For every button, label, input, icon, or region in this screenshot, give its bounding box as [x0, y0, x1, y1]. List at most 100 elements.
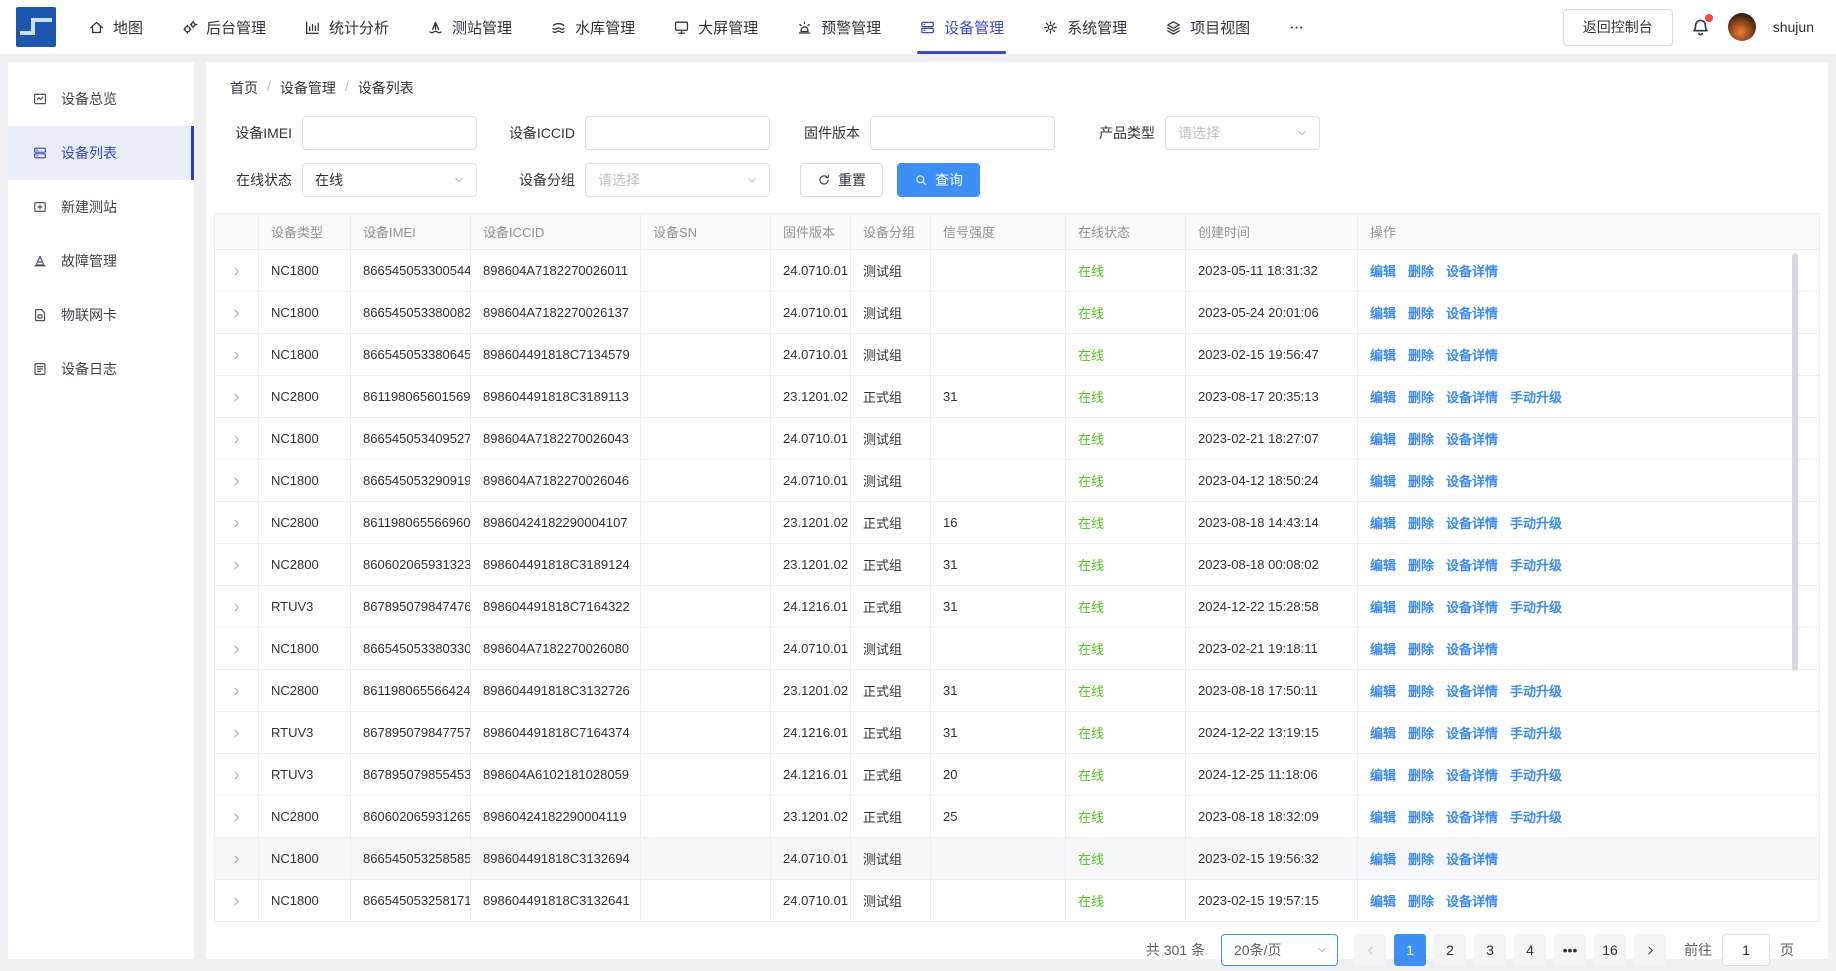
device-detail-link[interactable]: 设备详情: [1446, 306, 1498, 321]
edit-link[interactable]: 编辑: [1370, 894, 1396, 909]
username[interactable]: shujun: [1773, 19, 1814, 35]
firmware-input[interactable]: [870, 116, 1055, 150]
online-status-select[interactable]: 在线: [302, 163, 477, 197]
delete-link[interactable]: 删除: [1408, 390, 1434, 405]
notification-bell[interactable]: [1690, 17, 1711, 38]
expand-row-button[interactable]: [230, 307, 243, 320]
device-detail-link[interactable]: 设备详情: [1446, 894, 1498, 909]
expand-row-button[interactable]: [230, 433, 243, 446]
edit-link[interactable]: 编辑: [1370, 432, 1396, 447]
device-detail-link[interactable]: 设备详情: [1446, 768, 1498, 783]
nav-item-reservoir[interactable]: 水库管理: [548, 0, 637, 54]
expand-row-button[interactable]: [230, 685, 243, 698]
sidebar-item-list[interactable]: 设备列表: [8, 126, 194, 180]
delete-link[interactable]: 删除: [1408, 810, 1434, 825]
edit-link[interactable]: 编辑: [1370, 474, 1396, 489]
manual-upgrade-link[interactable]: 手动升级: [1510, 768, 1562, 783]
delete-link[interactable]: 删除: [1408, 852, 1434, 867]
device-detail-link[interactable]: 设备详情: [1446, 474, 1498, 489]
edit-link[interactable]: 编辑: [1370, 852, 1396, 867]
delete-link[interactable]: 删除: [1408, 348, 1434, 363]
device-detail-link[interactable]: 设备详情: [1446, 264, 1498, 279]
delete-link[interactable]: 删除: [1408, 474, 1434, 489]
breadcrumb-item[interactable]: 设备管理: [280, 78, 336, 98]
expand-row-button[interactable]: [230, 643, 243, 656]
edit-link[interactable]: 编辑: [1370, 348, 1396, 363]
nav-item-gears[interactable]: 后台管理: [179, 0, 268, 54]
manual-upgrade-link[interactable]: 手动升级: [1510, 684, 1562, 699]
expand-row-button[interactable]: [230, 895, 243, 908]
reset-button[interactable]: 重置: [800, 163, 883, 197]
delete-link[interactable]: 删除: [1408, 726, 1434, 741]
device-detail-link[interactable]: 设备详情: [1446, 810, 1498, 825]
manual-upgrade-link[interactable]: 手动升级: [1510, 726, 1562, 741]
nav-item-device[interactable]: 设备管理: [917, 0, 1006, 54]
page-button-2[interactable]: 2: [1434, 934, 1466, 966]
device-detail-link[interactable]: 设备详情: [1446, 684, 1498, 699]
delete-link[interactable]: 删除: [1408, 306, 1434, 321]
edit-link[interactable]: 编辑: [1370, 810, 1396, 825]
edit-link[interactable]: 编辑: [1370, 558, 1396, 573]
expand-row-button[interactable]: [230, 265, 243, 278]
edit-link[interactable]: 编辑: [1370, 600, 1396, 615]
expand-row-button[interactable]: [230, 853, 243, 866]
edit-link[interactable]: 编辑: [1370, 768, 1396, 783]
sidebar-item-log[interactable]: 设备日志: [8, 342, 194, 396]
delete-link[interactable]: 删除: [1408, 600, 1434, 615]
delete-link[interactable]: 删除: [1408, 264, 1434, 279]
edit-link[interactable]: 编辑: [1370, 264, 1396, 279]
expand-row-button[interactable]: [230, 475, 243, 488]
device-group-select[interactable]: 请选择: [585, 163, 770, 197]
device-detail-link[interactable]: 设备详情: [1446, 558, 1498, 573]
device-detail-link[interactable]: 设备详情: [1446, 600, 1498, 615]
page-size-select[interactable]: 20条/页: [1221, 934, 1338, 966]
pagination-ellipsis[interactable]: •••: [1554, 934, 1586, 966]
next-page-button[interactable]: [1634, 934, 1666, 966]
edit-link[interactable]: 编辑: [1370, 306, 1396, 321]
delete-link[interactable]: 删除: [1408, 558, 1434, 573]
imei-input[interactable]: [302, 116, 477, 150]
nav-item-home[interactable]: 地图: [86, 0, 145, 54]
edit-link[interactable]: 编辑: [1370, 390, 1396, 405]
delete-link[interactable]: 删除: [1408, 516, 1434, 531]
sidebar-item-fault[interactable]: 故障管理: [8, 234, 194, 288]
device-detail-link[interactable]: 设备详情: [1446, 390, 1498, 405]
device-detail-link[interactable]: 设备详情: [1446, 852, 1498, 867]
page-button-16[interactable]: 16: [1594, 934, 1626, 966]
prev-page-button[interactable]: [1354, 934, 1386, 966]
delete-link[interactable]: 删除: [1408, 642, 1434, 657]
search-button[interactable]: 查询: [897, 163, 980, 197]
nav-item-layers[interactable]: 项目视图: [1163, 0, 1252, 54]
manual-upgrade-link[interactable]: 手动升级: [1510, 600, 1562, 615]
expand-row-button[interactable]: [230, 811, 243, 824]
expand-row-button[interactable]: [230, 601, 243, 614]
edit-link[interactable]: 编辑: [1370, 516, 1396, 531]
expand-row-button[interactable]: [230, 727, 243, 740]
device-detail-link[interactable]: 设备详情: [1446, 726, 1498, 741]
device-detail-link[interactable]: 设备详情: [1446, 516, 1498, 531]
expand-row-button[interactable]: [230, 559, 243, 572]
nav-item-chart[interactable]: 统计分析: [302, 0, 391, 54]
manual-upgrade-link[interactable]: 手动升级: [1510, 810, 1562, 825]
device-detail-link[interactable]: 设备详情: [1446, 432, 1498, 447]
sidebar-item-iot[interactable]: 物联网卡: [8, 288, 194, 342]
back-to-console-button[interactable]: 返回控制台: [1563, 9, 1673, 46]
app-logo[interactable]: [14, 5, 58, 49]
expand-row-button[interactable]: [230, 517, 243, 530]
page-button-4[interactable]: 4: [1514, 934, 1546, 966]
sidebar-item-overview[interactable]: 设备总览: [8, 72, 194, 126]
delete-link[interactable]: 删除: [1408, 894, 1434, 909]
sidebar-item-new-station[interactable]: 新建测站: [8, 180, 194, 234]
goto-page-input[interactable]: [1722, 934, 1770, 966]
nav-item-more[interactable]: [1286, 0, 1307, 54]
page-button-3[interactable]: 3: [1474, 934, 1506, 966]
nav-item-screen[interactable]: 大屏管理: [671, 0, 760, 54]
table-scrollbar[interactable]: [1792, 253, 1798, 671]
device-detail-link[interactable]: 设备详情: [1446, 642, 1498, 657]
nav-item-station[interactable]: 测站管理: [425, 0, 514, 54]
manual-upgrade-link[interactable]: 手动升级: [1510, 390, 1562, 405]
expand-row-button[interactable]: [230, 769, 243, 782]
manual-upgrade-link[interactable]: 手动升级: [1510, 558, 1562, 573]
edit-link[interactable]: 编辑: [1370, 642, 1396, 657]
delete-link[interactable]: 删除: [1408, 768, 1434, 783]
